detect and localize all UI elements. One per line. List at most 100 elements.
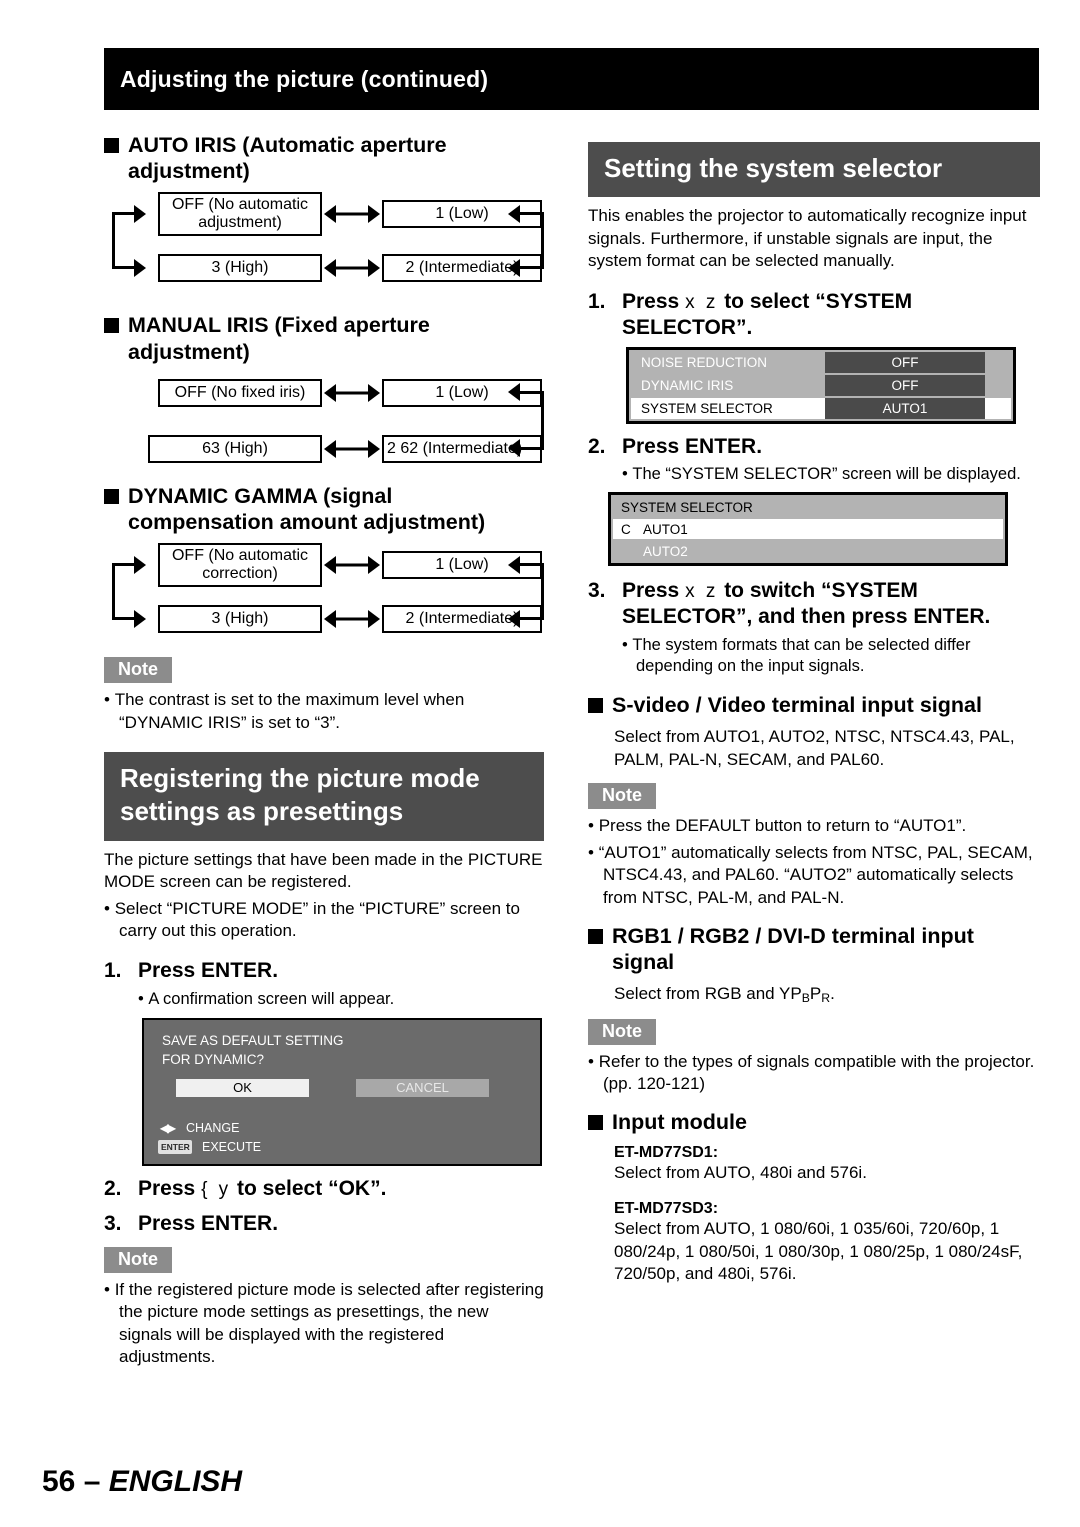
direction-keys-glyph: { y <box>201 1179 232 1201</box>
system-selector-intro: This enables the projector to automatica… <box>588 206 1027 271</box>
flow-connector-right-v <box>541 563 544 621</box>
page-title: Adjusting the picture (continued) <box>120 65 489 92</box>
osd-row-pad <box>985 375 1011 397</box>
input-module-sd1-label: ET-MD77SD1: <box>614 1143 719 1161</box>
auto-iris-heading: AUTO IRIS (Automatic aperture adjustment… <box>104 132 544 184</box>
right-column: Setting the system selector This enables… <box>588 132 1040 1285</box>
note-item: Press the DEFAULT button to return to “A… <box>588 815 1040 837</box>
flow-connector-right-bottom <box>520 617 544 621</box>
ok-button[interactable]: OK <box>176 1078 309 1097</box>
flow-arrow-top <box>324 556 380 575</box>
dialog-question-line2: FOR DYNAMIC? <box>162 1051 265 1067</box>
flow-connector-left-top <box>112 212 134 216</box>
footer-language: ENGLISH <box>108 1465 243 1498</box>
svideo-heading: S-video / Video terminal input signal <box>588 692 1040 718</box>
bullet-square-icon <box>104 138 119 153</box>
flow-box-high: 3 (High) <box>158 605 322 634</box>
bullet-square-icon <box>104 318 119 334</box>
rgb-text-sub1: B <box>801 991 810 1006</box>
step-text: Press x z to switch “SYSTEM SELECTOR”, a… <box>622 578 1040 631</box>
note-item: The contrast is set to the maximum level… <box>104 689 544 734</box>
dynamic-gamma-heading: DYNAMIC GAMMA (signal compensation amoun… <box>104 483 544 535</box>
step-text-pre: Press <box>138 1177 196 1201</box>
system-selector-banner: Setting the system selector <box>588 142 1040 198</box>
rgb-text-mid: P <box>809 984 822 1004</box>
flow-connector-left-bottom <box>112 266 134 270</box>
osd-menu-screenshot-2: SYSTEM SELECTOR C AUTO1 AUTO2 <box>608 492 1008 567</box>
system-selector-step-1: 1. Press x z to select “SYSTEM SELECTOR”… <box>588 289 1040 342</box>
step-text: Press x z to select “SYSTEM SELECTOR”. <box>622 289 1040 342</box>
flow-arrowhead-left-top <box>134 555 146 574</box>
step-text-post: to select “OK”. <box>237 1177 387 1201</box>
step-number: 2. <box>104 1177 122 1201</box>
register-step-1-sub: A confirmation screen will appear. <box>104 989 544 1011</box>
flow-arrow-top <box>324 383 380 402</box>
osd-row-value: OFF <box>825 352 985 374</box>
up-down-keys-glyph: x z <box>685 581 719 603</box>
flow-connector-right-bottom <box>520 446 544 450</box>
step-sub-item: A confirmation screen will appear. <box>138 989 544 1011</box>
left-right-arrows-icon: ◀▶ <box>159 1121 176 1136</box>
flow-connector-left-v <box>112 212 115 270</box>
osd-popup-title: SYSTEM SELECTOR <box>613 497 1003 518</box>
manual-iris-heading: MANUAL IRIS (Fixed aperture adjustment) <box>104 312 544 364</box>
bullet-square-icon <box>588 1115 603 1131</box>
flow-arrowhead-right-top <box>508 555 520 574</box>
input-module-sd3-text: Select from AUTO, 1 080/60i, 1 035/60i, … <box>614 1219 1023 1283</box>
dynamic-gamma-flow-diagram: OFF (No automatic correction) 1 (Low) 3 … <box>104 543 544 647</box>
note-tag: Note <box>104 657 172 684</box>
current-marker: C <box>621 521 631 537</box>
osd-row-selected: SYSTEM SELECTOR AUTO1 <box>631 398 1011 420</box>
legend-change-label: CHANGE <box>186 1120 240 1135</box>
page-footer: 56 – ENGLISH <box>42 1465 242 1499</box>
flow-box-high: 63 (High) <box>148 434 322 463</box>
dialog-key-legend: ◀▶ CHANGE ENTER EXECUTE <box>158 1119 261 1157</box>
osd-row-value: OFF <box>825 375 985 397</box>
flow-box-off: OFF (No fixed iris) <box>158 378 322 407</box>
note-item: Refer to the types of signals compatible… <box>588 1051 1040 1096</box>
step-number: 3. <box>588 579 606 603</box>
input-module-sd1-text: Select from AUTO, 480i and 576i. <box>614 1162 867 1182</box>
step-text-pre: Press <box>622 289 680 313</box>
left-column: AUTO IRIS (Automatic aperture adjustment… <box>104 132 544 1373</box>
osd-row: DYNAMIC IRIS OFF <box>631 375 1011 397</box>
cancel-button[interactable]: CANCEL <box>356 1078 489 1097</box>
flow-box-high: 3 (High) <box>158 254 322 283</box>
flow-connector-right-top <box>520 563 544 567</box>
note-items: The contrast is set to the maximum level… <box>104 689 544 734</box>
rgb-heading: RGB1 / RGB2 / DVI-D terminal input signa… <box>588 923 1040 975</box>
note-items: Refer to the types of signals compatible… <box>588 1051 1040 1096</box>
bullet-square-icon <box>104 488 119 504</box>
flow-arrowhead-left-top <box>134 204 146 223</box>
note-block-right-2: Note Refer to the types of signals compa… <box>588 1018 1040 1096</box>
system-selector-step-2-sub: The “SYSTEM SELECTOR” screen will be dis… <box>588 464 1040 486</box>
note-tag: Note <box>588 1018 656 1045</box>
note-block-left-1: Note The contrast is set to the maximum … <box>104 657 544 734</box>
register-step-2: 2. Press { y to select “OK”. <box>104 1176 544 1202</box>
flow-arrow-top <box>324 205 380 224</box>
page-number: 56 <box>42 1465 76 1498</box>
note-items: Press the DEFAULT button to return to “A… <box>588 815 1040 909</box>
note-items: If the registered picture mode is select… <box>104 1279 544 1369</box>
osd-row-label: NOISE REDUCTION <box>631 352 825 374</box>
document-page: Adjusting the picture (continued) AUTO I… <box>0 0 1080 1527</box>
dialog-question: SAVE AS DEFAULT SETTING FOR DYNAMIC? <box>144 1020 540 1068</box>
flow-arrowhead-left-bottom <box>134 609 146 628</box>
osd-popup-item-label: AUTO2 <box>643 543 688 559</box>
input-module-heading: Input module <box>588 1109 1040 1135</box>
osd-row-label: DYNAMIC IRIS <box>631 375 825 397</box>
step-number: 1. <box>588 289 606 313</box>
rgb-text-post: . <box>830 984 835 1004</box>
flow-connector-right-bottom <box>520 266 544 270</box>
note-block-left-2: Note If the registered picture mode is s… <box>104 1246 544 1369</box>
step-text: Press ENTER. <box>138 1211 279 1235</box>
legend-execute-label: EXECUTE <box>202 1139 262 1154</box>
flow-connector-left-bottom <box>112 617 134 621</box>
register-step-3: 3. Press ENTER. <box>104 1211 544 1237</box>
osd-menu-screenshot-1: NOISE REDUCTION OFF DYNAMIC IRIS OFF SYS… <box>626 347 1016 425</box>
dialog-button-row: OK CANCEL <box>144 1069 540 1097</box>
register-step-1: 1. Press ENTER. <box>104 958 544 984</box>
system-selector-step-3-sub: The system formats that can be selected … <box>588 635 1040 679</box>
flow-arrow-bottom <box>324 259 380 278</box>
flow-arrowhead-left-bottom <box>134 258 146 277</box>
